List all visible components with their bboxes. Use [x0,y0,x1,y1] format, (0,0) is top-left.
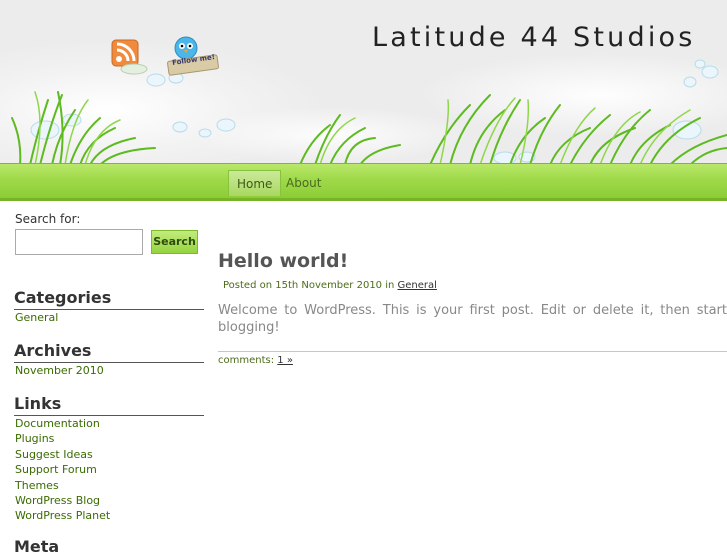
nav-item-about[interactable]: About [278,170,329,196]
meta-heading: Meta [14,537,60,556]
search-button[interactable]: Search [151,230,198,254]
search-label: Search for: [15,212,81,226]
archives-heading: Archives [14,341,204,363]
post-meta-prefix: Posted on 15th November 2010 in [223,280,395,291]
link-suggest-ideas[interactable]: Suggest Ideas [15,447,110,462]
post-body: Welcome to WordPress. This is your first… [218,303,727,335]
link-themes[interactable]: Themes [15,478,110,493]
categories-heading: Categories [14,288,204,310]
archives-list: November 2010 [15,363,104,378]
nav-item-home[interactable]: Home [228,170,282,196]
link-documentation[interactable]: Documentation [15,416,110,431]
rss-feed-icon[interactable] [108,36,150,80]
link-support-forum[interactable]: Support Forum [15,462,110,477]
post-title[interactable]: Hello world! [218,250,348,272]
post-divider [218,351,727,352]
links-heading: Links [14,394,204,416]
link-plugins[interactable]: Plugins [15,431,110,446]
comments-link[interactable]: 1 » [277,355,293,366]
search-input[interactable] [15,229,143,255]
twitter-follow-bird-icon[interactable]: Follow me! [162,34,222,80]
link-wordpress-planet[interactable]: WordPress Planet [15,508,110,523]
post-meta: Posted on 15th November 2010 in General [223,280,437,291]
post-category-link[interactable]: General [398,280,437,291]
link-wordpress-blog[interactable]: WordPress Blog [15,493,110,508]
categories-list: General [15,310,58,325]
category-link[interactable]: General [15,310,58,325]
post-comments: comments: 1 » [218,355,293,366]
main-nav: Home About [0,163,727,201]
archive-link[interactable]: November 2010 [15,363,104,378]
comments-label: comments: [218,355,275,366]
links-list: Documentation Plugins Suggest Ideas Supp… [15,416,110,524]
site-title[interactable]: Latitude 44 Studios [372,22,696,53]
site-header: Follow me! Latitude 44 Studios [0,0,727,165]
